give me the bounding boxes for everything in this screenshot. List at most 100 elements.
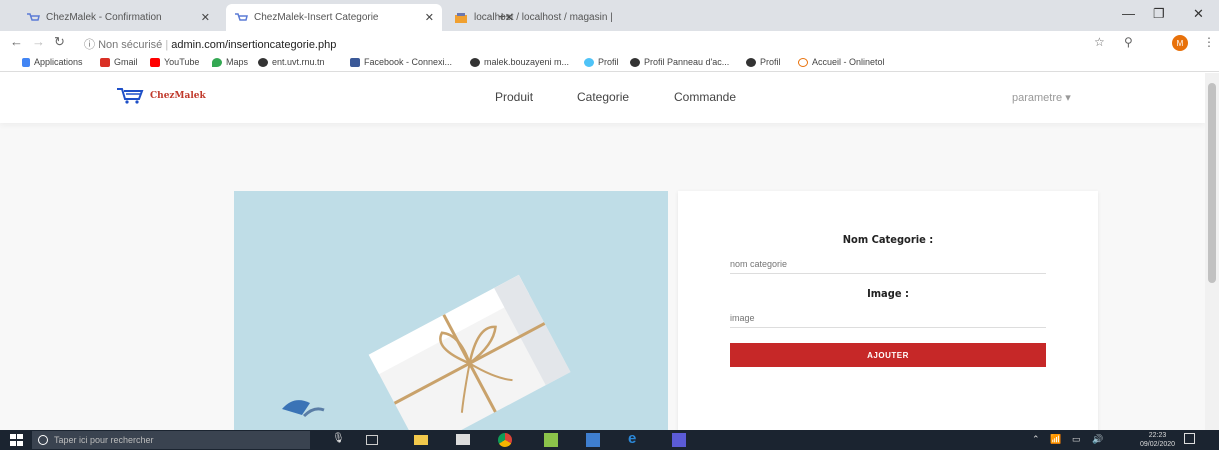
edge-icon[interactable]: e [628,430,642,447]
app-icon[interactable] [672,433,686,447]
search-icon[interactable]: ⚲ [1124,35,1133,49]
address-bar: ← → ↻ ⓘ Non sécurisé | admin.com/inserti… [0,31,1219,54]
menu-dots-icon[interactable]: ⋮ [1203,35,1215,49]
clock-date: 09/02/2020 [1140,441,1176,448]
image-label: Image : [867,287,909,300]
gmail-icon [100,57,110,67]
bookmark-profil[interactable]: Profil [584,57,619,67]
tab-title: ChezMalek - Confirmation [46,12,162,23]
maps-pin-icon [212,57,222,67]
category-name-input[interactable] [730,254,1046,274]
url-text: admin.com/insertioncategorie.php [171,39,337,51]
site-icon [584,57,594,67]
clock-time: 22:23 [1148,432,1167,439]
bookmark-label: Profil Panneau d'ac... [644,57,730,67]
bookmark-label: Facebook - Connexi... [364,57,453,67]
image-viewer-icon[interactable] [544,433,558,447]
microphone-icon[interactable]: 🎙 [332,433,346,447]
bookmark-profil-2[interactable]: Profil [746,57,781,67]
image-input[interactable] [730,308,1046,328]
tab-title: localhost / localhost / magasin | [474,12,613,23]
cortana-circle-icon [38,435,48,445]
bookmark-profil-panneau[interactable]: Profil Panneau d'ac... [630,57,729,67]
facebook-icon [350,57,360,67]
new-tab-icon[interactable]: + [498,8,506,24]
site-icon [470,57,480,67]
taskbar-search-placeholder: Taper ici pour rechercher [54,435,154,445]
bookmark-label: Profil [598,57,619,67]
battery-icon[interactable]: ▭ [1072,434,1081,445]
bookmark-label: malek.bouzayeni m... [484,57,570,67]
store-icon[interactable] [456,434,470,445]
window-close-icon[interactable]: ✕ [1193,6,1204,22]
tray-chevron-icon[interactable]: ⌃ [1032,434,1040,445]
cart-logo-icon [117,88,144,104]
tab-insert-categorie[interactable]: ChezMalek-Insert Categorie ✕ [226,4,442,31]
category-name-label: Nom Categorie : [842,233,934,246]
taskbar-search[interactable]: Taper ici pour rechercher [32,431,310,449]
bookmark-applications[interactable]: Applications [22,57,83,67]
add-category-button[interactable]: AJOUTER [730,343,1046,367]
page-scrollbar[interactable] [1205,73,1219,430]
bookmark-label: Applications [34,57,83,67]
phpmyadmin-favicon-icon [454,12,468,24]
apps-grid-icon [22,57,30,67]
cart-favicon-icon [26,12,40,24]
site-icon [798,57,808,67]
tab-confirmation[interactable]: ChezMalek - Confirmation ✕ [18,4,218,31]
chrome-icon[interactable] [498,433,512,447]
site-icon [258,57,268,67]
youtube-icon [150,57,160,67]
brand-name: ChezMalek [150,91,206,101]
volume-icon[interactable]: 🔊 [1092,434,1103,445]
bookmark-malek[interactable]: malek.bouzayeni m... [470,57,569,67]
file-explorer-icon[interactable] [414,435,428,445]
bookmarks-bar: Applications Gmail YouTube Maps ent.uvt.… [0,54,1219,72]
bookmark-maps[interactable]: Maps [212,57,248,67]
bookmark-label: ent.uvt.rnu.tn [272,57,325,67]
cart-favicon-icon [234,12,248,24]
network-icon[interactable]: 📶 [1050,434,1061,445]
settings-dropdown[interactable]: parametre ▾ [1012,91,1071,104]
bookmark-label: Profil [760,57,781,67]
bookmark-youtube[interactable]: YouTube [150,57,199,67]
task-view-icon[interactable] [366,435,378,445]
close-icon[interactable]: ✕ [425,11,434,24]
tab-title: ChezMalek-Insert Categorie [254,12,379,23]
reload-icon[interactable]: ↻ [54,34,65,50]
site-navbar: ChezMalek Produit Categorie Commande par… [0,73,1205,123]
insert-category-form: Nom Categorie : Image : AJOUTER [678,191,1098,430]
bookmark-label: Accueil - Onlinetol [812,57,885,67]
forward-arrow-icon[interactable]: → [32,34,45,49]
star-icon[interactable]: ☆ [1094,35,1105,49]
brand-logo[interactable]: ChezMalek [116,87,206,105]
windows-start-icon[interactable] [10,434,23,446]
nav-produit[interactable]: Produit [495,90,533,104]
bookmark-facebook[interactable]: Facebook - Connexi... [350,57,452,67]
nav-commande[interactable]: Commande [674,90,736,104]
info-icon[interactable]: ⓘ [84,39,95,51]
url-field[interactable]: ⓘ Non sécurisé | admin.com/insertioncate… [84,36,336,52]
back-arrow-icon[interactable]: ← [10,34,23,49]
maximize-icon[interactable]: ❐ [1153,6,1165,22]
bookmark-label: Gmail [114,57,138,67]
bookmark-label: Maps [226,57,249,67]
close-icon[interactable]: ✕ [201,11,210,24]
bookmark-ent-uvt[interactable]: ent.uvt.rnu.tn [258,57,325,67]
scrollbar-thumb[interactable] [1208,83,1216,283]
security-status: Non sécurisé [98,39,163,51]
photos-icon[interactable] [586,433,600,447]
tab-phpmyadmin[interactable]: localhost / localhost / magasin | ✕ [446,4,613,31]
minimize-icon[interactable]: — [1122,6,1135,21]
web-page: ChezMalek Produit Categorie Commande par… [0,73,1205,430]
clock[interactable]: 22:23 09/02/2020 [1140,431,1175,449]
nav-categorie[interactable]: Categorie [577,90,629,104]
profile-avatar[interactable]: M [1172,35,1188,51]
notifications-icon[interactable] [1184,433,1195,444]
browser-tab-bar: ChezMalek - Confirmation ✕ ChezMalek-Ins… [0,0,1219,31]
bookmark-accueil[interactable]: Accueil - Onlinetol [798,57,885,67]
bookmark-gmail[interactable]: Gmail [100,57,138,67]
site-icon [630,57,640,67]
bookmark-label: YouTube [164,57,200,67]
hero-image [234,191,668,430]
